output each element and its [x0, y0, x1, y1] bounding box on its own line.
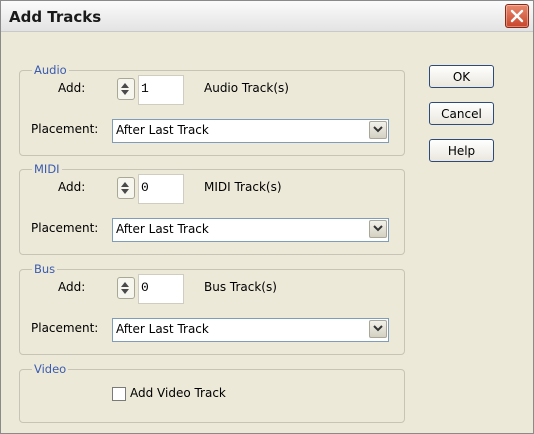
audio-count-spinner[interactable] [117, 78, 135, 100]
audio-placement-value: After Last Track [116, 123, 209, 137]
audio-placement-select[interactable]: After Last Track [112, 119, 389, 143]
add-video-track-label[interactable]: Add Video Track [130, 386, 226, 400]
add-video-track-checkbox[interactable] [112, 387, 126, 401]
add-tracks-dialog: Add Tracks Audio Add: 1 Audio Track(s) P… [0, 0, 534, 434]
chevron-down-icon [373, 325, 383, 332]
ok-button[interactable]: OK [429, 65, 494, 88]
spinner-down-icon[interactable] [121, 189, 129, 194]
bus-count-value: 0 [141, 280, 149, 295]
bus-track-label: Bus Track(s) [204, 280, 277, 294]
bus-count-spinner[interactable] [117, 277, 135, 299]
midi-count-spinner[interactable] [117, 177, 135, 199]
midi-count-value: 0 [141, 180, 149, 195]
spinner-up-icon[interactable] [121, 83, 129, 88]
audio-placement-dropdown-button[interactable] [369, 121, 387, 139]
bus-placement-label: Placement: [31, 321, 99, 335]
spinner-down-icon[interactable] [121, 90, 129, 95]
video-legend: Video [32, 362, 69, 376]
midi-placement-label: Placement: [31, 221, 99, 235]
bus-placement-value: After Last Track [116, 322, 209, 336]
video-group: Video Add Video Track [19, 362, 405, 423]
bus-legend: Bus [32, 262, 58, 276]
spinner-up-icon[interactable] [121, 182, 129, 187]
close-icon [510, 9, 524, 23]
chevron-down-icon [373, 126, 383, 133]
spinner-up-icon[interactable] [121, 282, 129, 287]
audio-placement-label: Placement: [31, 122, 99, 136]
audio-track-label: Audio Track(s) [204, 81, 289, 95]
midi-placement-value: After Last Track [116, 222, 209, 236]
bus-count-field[interactable]: 0 [138, 274, 184, 304]
spinner-down-icon[interactable] [121, 289, 129, 294]
midi-placement-dropdown-button[interactable] [369, 220, 387, 238]
audio-count-field[interactable]: 1 [138, 75, 184, 105]
close-button[interactable] [505, 4, 529, 28]
window-title: Add Tracks [9, 8, 102, 26]
bus-placement-dropdown-button[interactable] [369, 320, 387, 338]
audio-add-label: Add: [58, 81, 86, 95]
bus-group: Bus Add: 0 Bus Track(s) Placement: After… [19, 262, 405, 355]
audio-group: Audio Add: 1 Audio Track(s) Placement: A… [19, 63, 405, 156]
midi-track-label: MIDI Track(s) [204, 180, 282, 194]
audio-count-value: 1 [141, 81, 149, 96]
midi-legend: MIDI [32, 162, 62, 176]
midi-group: MIDI Add: 0 MIDI Track(s) Placement: Aft… [19, 162, 405, 255]
help-button[interactable]: Help [429, 139, 494, 162]
title-bar[interactable]: Add Tracks [1, 1, 533, 32]
audio-legend: Audio [32, 63, 69, 77]
midi-placement-select[interactable]: After Last Track [112, 218, 389, 242]
chevron-down-icon [373, 225, 383, 232]
midi-count-field[interactable]: 0 [138, 174, 184, 204]
bus-placement-select[interactable]: After Last Track [112, 318, 389, 342]
cancel-button[interactable]: Cancel [429, 102, 494, 125]
midi-add-label: Add: [58, 180, 86, 194]
bus-add-label: Add: [58, 280, 86, 294]
